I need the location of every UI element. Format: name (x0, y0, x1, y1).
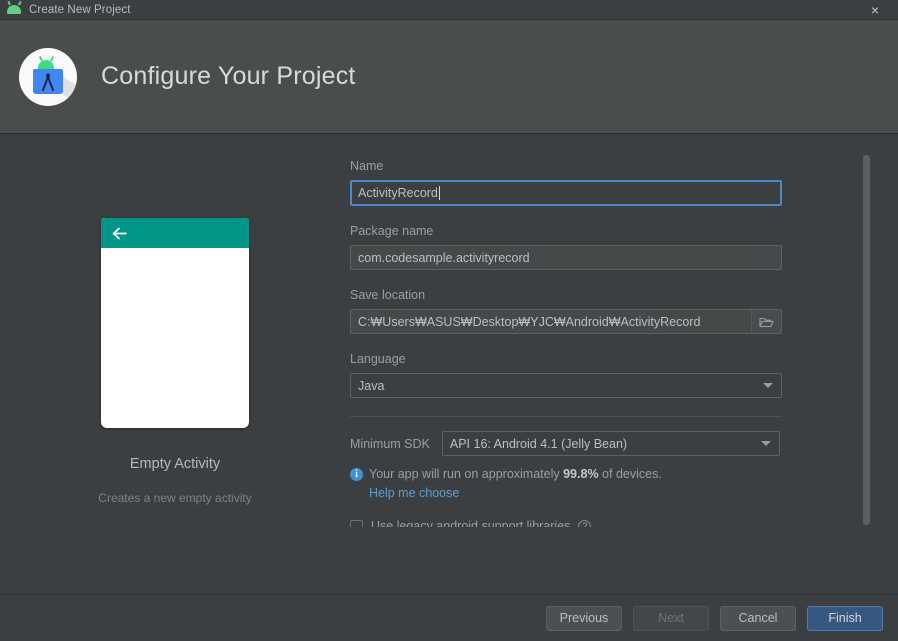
language-label: Language (350, 352, 406, 366)
mockup-app-bar (101, 218, 249, 248)
dialog-footer: Previous Next Cancel Finish (0, 594, 898, 641)
question-mark-icon[interactable]: ? (578, 519, 592, 527)
finish-button[interactable]: Finish (807, 605, 883, 631)
form-scroll-viewport: Name ActivityRecord Package name com.cod… (350, 135, 898, 527)
folder-icon[interactable] (751, 310, 781, 333)
save-location-field-group: Save location C:₩Users₩ASUS₩Desktop₩YJC₩… (350, 288, 898, 334)
device-coverage-text: Your app will run on approximately 99.8%… (369, 467, 662, 481)
save-location-input[interactable]: C:₩Users₩ASUS₩Desktop₩YJC₩Android₩Activi… (350, 309, 782, 334)
dialog-header: Configure Your Project (0, 20, 898, 134)
cancel-button[interactable]: Cancel (720, 605, 796, 631)
chevron-down-icon (763, 383, 773, 388)
minimum-sdk-value: API 16: Android 4.1 (Jelly Bean) (449, 436, 628, 451)
template-name: Empty Activity (129, 456, 221, 472)
text-caret (438, 186, 440, 200)
dialog-body: Empty Activity Creates a new empty activ… (0, 135, 898, 594)
form-scrollbar[interactable] (863, 135, 870, 527)
android-robot-icon (6, 2, 22, 18)
scrollbar-thumb[interactable] (863, 155, 870, 525)
template-description: Creates a new empty activity (98, 491, 252, 505)
android-studio-logo-icon (19, 47, 77, 106)
next-button: Next (633, 605, 709, 631)
name-label: Name (350, 159, 384, 173)
help-me-choose-link[interactable]: Help me choose (369, 486, 898, 500)
phone-mockup (101, 218, 249, 428)
coverage-text-after: of devices. (602, 467, 662, 481)
save-location-value: C:₩Users₩ASUS₩Desktop₩YJC₩Android₩Activi… (358, 314, 701, 329)
package-name-input[interactable]: com.codesample.activityrecord (350, 245, 782, 270)
name-field-group: Name ActivityRecord (350, 159, 898, 206)
package-name-field-group: Package name com.codesample.activityreco… (350, 224, 898, 270)
language-field-group: Language Java (350, 352, 898, 398)
arrow-left-icon (112, 227, 127, 239)
create-new-project-dialog: Create New Project × Configure Your Proj… (0, 0, 898, 641)
minimum-sdk-field-group: Minimum SDK API 16: Android 4.1 (Jelly B… (350, 431, 898, 456)
name-input-value: ActivityRecord (358, 186, 438, 200)
legacy-libraries-label: Use legacy android support libraries (371, 519, 571, 527)
minimum-sdk-select[interactable]: API 16: Android 4.1 (Jelly Bean) (441, 431, 780, 456)
chevron-down-icon (760, 441, 771, 446)
minimum-sdk-label: Minimum SDK (350, 436, 430, 451)
language-select[interactable]: Java (350, 373, 782, 398)
close-icon[interactable]: × (852, 0, 898, 20)
project-config-form: Name ActivityRecord Package name com.cod… (350, 135, 898, 527)
device-coverage-info: i Your app will run on approximately 99.… (350, 467, 898, 481)
coverage-percent: 99.8% (563, 467, 599, 481)
legacy-libraries-checkbox[interactable] (350, 519, 363, 527)
coverage-text-before: Your app will run on approximately (369, 467, 560, 481)
save-location-label: Save location (350, 288, 426, 302)
language-value: Java (358, 378, 385, 393)
previous-button[interactable]: Previous (546, 605, 622, 631)
template-preview-panel: Empty Activity Creates a new empty activ… (0, 135, 350, 594)
package-name-label: Package name (350, 224, 434, 238)
package-name-value: com.codesample.activityrecord (358, 250, 530, 265)
page-title: Configure Your Project (101, 62, 356, 90)
info-icon: i (350, 468, 363, 481)
legacy-libraries-row: Use legacy android support libraries ? (350, 519, 898, 527)
form-divider (350, 416, 782, 417)
window-title-bar: Create New Project × (0, 0, 898, 20)
name-input[interactable]: ActivityRecord (350, 180, 782, 206)
window-title: Create New Project (29, 3, 131, 16)
